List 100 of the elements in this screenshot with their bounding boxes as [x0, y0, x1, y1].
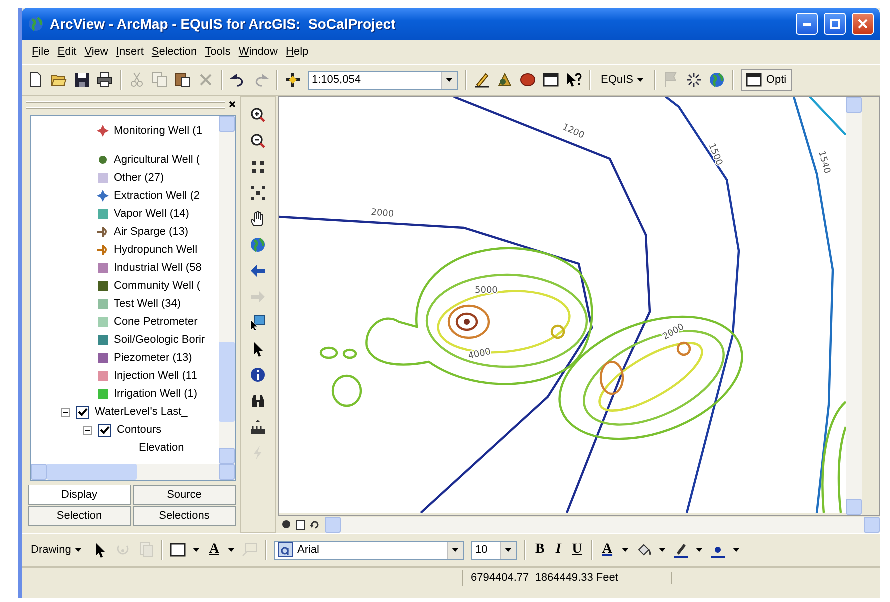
menu-item[interactable]: Help — [286, 46, 309, 58]
legend-label[interactable]: Monitoring Well (1 — [114, 125, 202, 137]
globe-icon[interactable] — [250, 237, 266, 253]
help-cursor-icon[interactable] — [566, 72, 582, 88]
window-icon[interactable] — [543, 72, 559, 88]
menu-item[interactable]: View — [84, 46, 108, 58]
refresh-icon[interactable] — [310, 520, 320, 530]
layer-name[interactable]: Contours — [117, 424, 162, 436]
pencil-icon[interactable] — [474, 72, 490, 88]
clipboard-icon[interactable] — [175, 72, 191, 88]
legend-label[interactable]: Irrigation Well (1) — [114, 388, 198, 400]
caret-icon[interactable] — [75, 548, 82, 552]
line-color-icon[interactable] — [672, 542, 689, 558]
panel-tab[interactable]: Display — [28, 485, 131, 505]
zoom-in-icon[interactable] — [250, 107, 266, 123]
panel-grip[interactable] — [26, 101, 225, 108]
scale-field[interactable]: 1:105,054 — [308, 70, 458, 90]
contour-label: 1500 — [706, 142, 724, 168]
coordinates-readout: 6794404.77 1864449.33 Feet — [463, 572, 672, 584]
legend-label[interactable]: Agricultural Well ( — [114, 154, 200, 166]
legend-label[interactable]: Extraction Well (2 — [114, 190, 200, 202]
menu-item[interactable]: Tools — [205, 46, 231, 58]
close-icon[interactable] — [229, 101, 236, 108]
back-arrow-icon[interactable] — [250, 263, 266, 279]
legend-label[interactable]: Injection Well (11 — [114, 370, 198, 382]
italic-button[interactable]: I — [554, 542, 564, 558]
select-features-icon[interactable] — [250, 315, 266, 331]
caret-icon[interactable] — [446, 78, 453, 82]
legend-label[interactable]: Soil/Geologic Borir — [114, 334, 206, 346]
caret-icon[interactable] — [228, 548, 236, 552]
collapse-toggle-icon[interactable] — [61, 408, 70, 416]
legend-label[interactable]: Other (27) — [114, 172, 164, 184]
panel-tab[interactable]: Selections — [133, 506, 236, 526]
menu-item[interactable]: Selection — [152, 46, 198, 58]
close-button[interactable] — [852, 13, 874, 35]
layer-name[interactable]: WaterLevel's Last_ — [95, 406, 188, 418]
maximize-button[interactable] — [824, 13, 846, 35]
contour-label: 2000 — [370, 208, 394, 220]
caret-icon[interactable] — [452, 548, 460, 552]
printer-icon[interactable] — [97, 72, 113, 88]
legend-label[interactable]: Piezometer (13) — [114, 352, 192, 364]
legend-label[interactable]: Hydropunch Well — [114, 244, 198, 256]
undo-icon[interactable] — [230, 72, 246, 88]
checkbox[interactable] — [98, 424, 111, 436]
pyramid-icon[interactable] — [497, 72, 513, 88]
horizontal-scrollbar[interactable] — [325, 516, 880, 532]
legend-label[interactable]: Vapor Well (14) — [114, 208, 190, 220]
underline-button[interactable]: U — [570, 542, 584, 558]
zoom-out-icon[interactable] — [250, 133, 266, 149]
measure-icon[interactable] — [250, 419, 266, 435]
vertical-scrollbar[interactable] — [219, 116, 235, 464]
font-field[interactable]: Arial — [274, 540, 464, 560]
vertical-scrollbar[interactable] — [846, 97, 862, 515]
caret-icon[interactable] — [193, 548, 200, 552]
legend-label[interactable]: Cone Petrometer — [114, 316, 198, 328]
caret-icon[interactable] — [505, 548, 512, 552]
text-tool-button[interactable]: A — [207, 542, 222, 558]
fixed-zoom-out-icon[interactable] — [250, 185, 266, 201]
menu-item[interactable]: Insert — [116, 46, 144, 58]
panel-tab[interactable]: Selection — [28, 506, 131, 526]
layout-view-icon[interactable] — [296, 520, 305, 530]
minimize-button[interactable] — [796, 13, 818, 35]
legend-label[interactable]: Community Well ( — [114, 280, 201, 292]
panel-tab[interactable]: Source — [133, 485, 236, 505]
ball-icon[interactable] — [520, 72, 536, 88]
font-icon — [278, 542, 294, 558]
caret-icon[interactable] — [696, 548, 703, 552]
globe-icon[interactable] — [709, 72, 726, 88]
caret-icon[interactable] — [622, 548, 629, 552]
checkbox[interactable] — [76, 406, 89, 418]
new-document-icon[interactable] — [28, 72, 44, 88]
window-icon — [746, 72, 762, 88]
bold-button[interactable]: B — [533, 542, 547, 558]
caret-icon[interactable] — [658, 548, 666, 552]
rectangle-icon[interactable] — [170, 542, 186, 558]
font-color-button[interactable]: A — [600, 542, 615, 558]
contour-label: 1540 — [816, 150, 832, 175]
fill-bucket-icon[interactable] — [636, 542, 652, 558]
collapse-toggle-icon[interactable] — [83, 426, 92, 434]
menu-item[interactable]: Window — [238, 46, 278, 58]
horizontal-scrollbar[interactable] — [31, 464, 235, 480]
legend-label[interactable]: Air Sparge (13) — [114, 226, 189, 238]
caret-icon[interactable] — [732, 548, 740, 552]
contour-label: 5000 — [475, 286, 498, 296]
menu-button[interactable]: EQuIS — [598, 72, 648, 88]
menu-item[interactable]: Edit — [58, 46, 77, 58]
font-size-field[interactable]: 10 — [471, 540, 518, 560]
identify-icon[interactable] — [250, 367, 266, 383]
add-data-plus-icon[interactable] — [285, 72, 301, 88]
legend-label[interactable]: Test Well (34) — [114, 298, 182, 310]
menu-button[interactable]: Drawing — [28, 542, 86, 558]
fixed-zoom-in-icon[interactable] — [250, 159, 266, 175]
pan-hand-icon[interactable] — [250, 211, 266, 227]
binoculars-icon[interactable] — [250, 393, 266, 409]
menu-item[interactable]: File — [32, 46, 50, 58]
options-button[interactable]: Opti — [741, 69, 792, 91]
data-view-icon[interactable] — [282, 520, 291, 529]
caret-icon[interactable] — [637, 78, 644, 82]
sparkle-icon[interactable] — [686, 72, 702, 88]
legend-label[interactable]: Industrial Well (58 — [114, 262, 202, 274]
